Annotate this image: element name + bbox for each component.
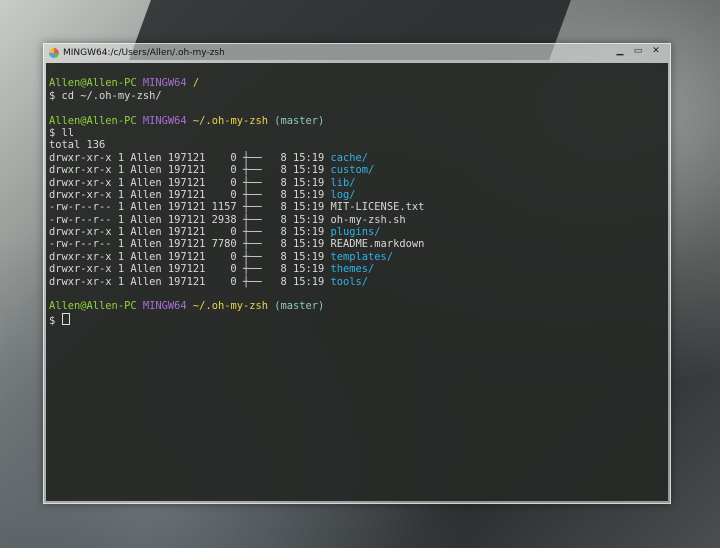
prompt-branch: (master) bbox=[274, 300, 325, 313]
window-title: MINGW64:/c/Users/Allen/.oh-my-zsh bbox=[63, 48, 225, 58]
file-meta: drwxr-xr-x 1 Allen 197121 0 ┼── 8 15:19 bbox=[49, 176, 331, 189]
listing-row: drwxr-xr-x 1 Allen 197121 0 ┼── 8 15:19 … bbox=[49, 152, 668, 164]
file-name: lib/ bbox=[330, 176, 356, 189]
file-name: themes/ bbox=[330, 263, 375, 276]
file-meta: drwxr-xr-x 1 Allen 197121 0 ┼── 8 15:19 bbox=[49, 275, 331, 288]
cursor bbox=[61, 312, 70, 325]
prompt-user: Allen@Allen-PC bbox=[49, 77, 137, 90]
prompt-line: Allen@Allen-PC MINGW64 ~/.oh-my-zsh (mas… bbox=[49, 300, 668, 312]
command-line: $ ll bbox=[49, 127, 668, 139]
command-text: $ cd ~/.oh-my-zsh/ bbox=[49, 89, 162, 102]
listing-row: drwxr-xr-x 1 Allen 197121 0 ┼── 8 15:19 … bbox=[49, 189, 668, 201]
file-meta: drwxr-xr-x 1 Allen 197121 0 ┼── 8 15:19 bbox=[49, 188, 331, 201]
prompt-user: Allen@Allen-PC bbox=[49, 114, 137, 127]
file-name: plugins/ bbox=[330, 226, 381, 239]
title-bar[interactable]: MINGW64:/c/Users/Allen/.oh-my-zsh ▁ ▭ ✕ bbox=[44, 44, 670, 62]
file-name: MIT-LICENSE.txt bbox=[330, 201, 425, 214]
listing-row: drwxr-xr-x 1 Allen 197121 0 ┼── 8 15:19 … bbox=[49, 164, 668, 176]
file-name: cache/ bbox=[330, 151, 369, 164]
file-meta: -rw-r--r-- 1 Allen 197121 2938 ┼── 8 15:… bbox=[49, 213, 331, 226]
command-text: $ ll bbox=[49, 126, 75, 139]
command-line: $ bbox=[49, 312, 668, 327]
total-line: total 136 bbox=[49, 139, 106, 152]
command-text: $ bbox=[49, 314, 62, 327]
prompt-line: Allen@Allen-PC MINGW64 / bbox=[49, 77, 668, 89]
file-meta: -rw-r--r-- 1 Allen 197121 7780 ┼── 8 15:… bbox=[49, 238, 331, 251]
terminal-output[interactable]: Allen@Allen-PC MINGW64 /$ cd ~/.oh-my-zs… bbox=[46, 63, 668, 501]
maximize-button[interactable]: ▭ bbox=[630, 46, 646, 57]
listing-row: -rw-r--r-- 1 Allen 197121 2938 ┼── 8 15:… bbox=[49, 214, 668, 226]
file-name: log/ bbox=[330, 188, 356, 201]
prompt-tag: MINGW64 bbox=[142, 300, 187, 313]
file-name: README.markdown bbox=[330, 238, 425, 251]
file-meta: drwxr-xr-x 1 Allen 197121 0 ┼── 8 15:19 bbox=[49, 263, 331, 276]
mingw-app-icon bbox=[49, 48, 59, 58]
terminal-window: MINGW64:/c/Users/Allen/.oh-my-zsh ▁ ▭ ✕ … bbox=[43, 43, 671, 504]
file-name: tools/ bbox=[330, 275, 369, 288]
file-meta: drwxr-xr-x 1 Allen 197121 0 ┼── 8 15:19 bbox=[49, 164, 331, 177]
file-meta: drwxr-xr-x 1 Allen 197121 0 ┼── 8 15:19 bbox=[49, 250, 331, 263]
prompt-path: ~/.oh-my-zsh bbox=[192, 300, 268, 313]
prompt-tag: MINGW64 bbox=[142, 114, 187, 127]
listing-row: -rw-r--r-- 1 Allen 197121 1157 ┼── 8 15:… bbox=[49, 201, 668, 213]
file-meta: drwxr-xr-x 1 Allen 197121 0 ┼── 8 15:19 bbox=[49, 226, 331, 239]
prompt-path: ~/.oh-my-zsh bbox=[192, 114, 268, 127]
prompt-path: / bbox=[192, 77, 200, 90]
prompt-tag: MINGW64 bbox=[142, 77, 187, 90]
file-name: templates/ bbox=[330, 250, 394, 263]
listing-row: drwxr-xr-x 1 Allen 197121 0 ┼── 8 15:19 … bbox=[49, 276, 668, 288]
listing-row: drwxr-xr-x 1 Allen 197121 0 ┼── 8 15:19 … bbox=[49, 226, 668, 238]
close-button[interactable]: ✕ bbox=[648, 46, 664, 57]
file-name: custom/ bbox=[330, 164, 375, 177]
file-name: oh-my-zsh.sh bbox=[330, 213, 406, 226]
prompt-line: Allen@Allen-PC MINGW64 ~/.oh-my-zsh (mas… bbox=[49, 115, 668, 127]
listing-row: drwxr-xr-x 1 Allen 197121 0 ┼── 8 15:19 … bbox=[49, 251, 668, 263]
listing-row: drwxr-xr-x 1 Allen 197121 0 ┼── 8 15:19 … bbox=[49, 177, 668, 189]
file-meta: -rw-r--r-- 1 Allen 197121 1157 ┼── 8 15:… bbox=[49, 201, 331, 214]
listing-row: -rw-r--r-- 1 Allen 197121 7780 ┼── 8 15:… bbox=[49, 238, 668, 250]
prompt-branch: (master) bbox=[274, 114, 325, 127]
prompt-user: Allen@Allen-PC bbox=[49, 300, 137, 313]
command-line: $ cd ~/.oh-my-zsh/ bbox=[49, 90, 668, 102]
minimize-button[interactable]: ▁ bbox=[612, 46, 628, 57]
file-meta: drwxr-xr-x 1 Allen 197121 0 ┼── 8 15:19 bbox=[49, 151, 331, 164]
listing-row: drwxr-xr-x 1 Allen 197121 0 ┼── 8 15:19 … bbox=[49, 263, 668, 275]
